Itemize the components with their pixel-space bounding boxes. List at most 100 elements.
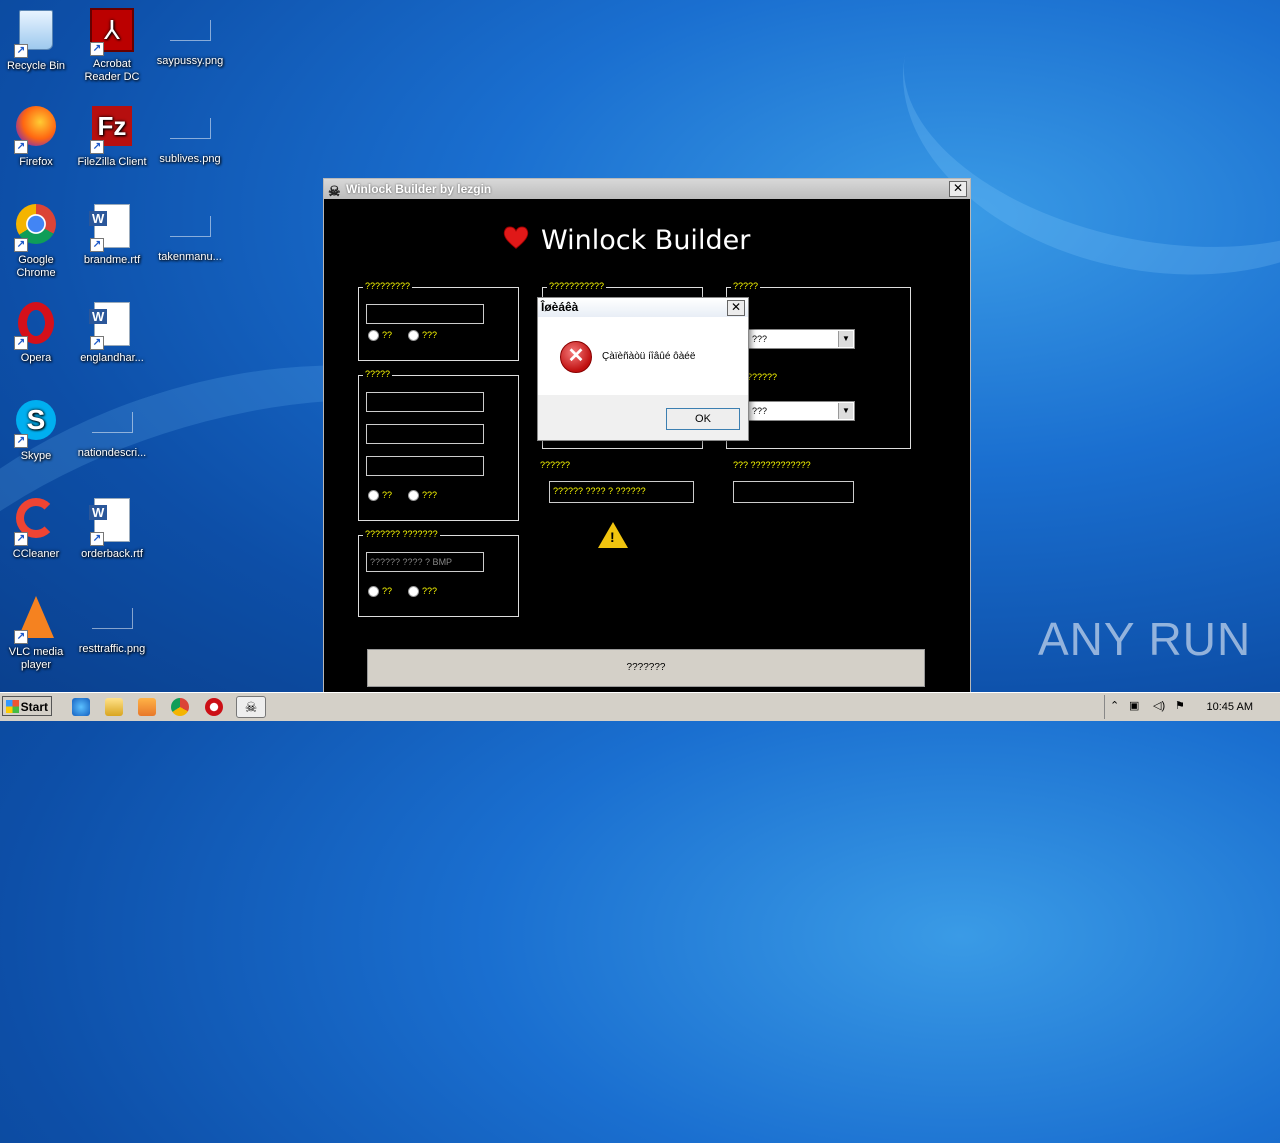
warning-icon: ! (598, 522, 628, 548)
chevron-down-icon[interactable]: ▼ (838, 403, 853, 419)
opera-icon[interactable] (205, 698, 223, 716)
start-label: Start (20, 700, 48, 714)
desktop-icon-skype[interactable]: S ↗ Skype (0, 398, 74, 463)
window-titlebar[interactable]: ☠ Winlock Builder by lezgin ✕ (324, 179, 970, 199)
field-a-label: ?????? (540, 460, 571, 470)
group-3-radio-a[interactable]: ?? (368, 586, 392, 598)
desktop-icon-vlc-media-player[interactable]: ↗ VLC media player (0, 594, 74, 672)
dialog-close-button[interactable]: ✕ (727, 300, 745, 316)
group-2: ????? ?? ??? (358, 369, 519, 521)
desktop-icon-nationdescri-[interactable]: nationdescri... (74, 398, 150, 460)
system-tray: ⌃ ▣ ◁) ⚑ 10:45 AM (1104, 695, 1280, 719)
combo-2-value: ??? (752, 406, 768, 416)
group-3-label: ??????? ??????? (363, 529, 440, 539)
heart-icon (503, 226, 529, 249)
group-1-radio-a[interactable]: ?? (368, 330, 392, 342)
desktop-icon-sublives-png[interactable]: sublives.png (152, 104, 228, 166)
app-icon: ↗ (12, 10, 60, 58)
desktop-icon-label: nationdescri... (77, 447, 147, 459)
document-icon: W ↗ (88, 498, 136, 546)
skull-icon: ☠ (328, 183, 341, 199)
windows-flag-icon (6, 700, 19, 713)
group-4-label: ??????????? (547, 281, 607, 291)
combo-2-label: ?????? (747, 372, 778, 382)
dialog-message: Çàïèñàòü íîâûé ôàéë (602, 351, 696, 362)
group-3-radio-b[interactable]: ??? (408, 586, 437, 598)
ok-button[interactable]: OK (666, 408, 740, 430)
field-b-input[interactable] (733, 481, 854, 503)
desktop-icon-label: saypussy.png (156, 55, 224, 67)
app-icon: S ↗ (12, 400, 60, 448)
desktop-icon-ccleaner[interactable]: ↗ CCleaner (0, 496, 74, 561)
file-icon (91, 608, 133, 629)
start-button[interactable]: Start (2, 696, 52, 716)
volume-icon[interactable]: ◁) (1153, 699, 1165, 712)
desktop-icon-label: Skype (20, 450, 52, 462)
group-2-input-1[interactable] (366, 392, 484, 412)
flag-icon[interactable]: ⚑ (1175, 699, 1185, 712)
desktop-icon-label: Acrobat Reader DC (84, 58, 140, 83)
group-3-input[interactable]: ?????? ???? ? BMP (366, 552, 484, 572)
error-dialog: Îøèáêà ✕ ✕ Çàïèñàòü íîâûé ôàéë OK (537, 297, 749, 441)
group-3: ??????? ??????? ?????? ???? ? BMP ?? ??? (358, 529, 519, 617)
group-2-input-3[interactable] (366, 456, 484, 476)
group-1-radio-b[interactable]: ??? (408, 330, 437, 342)
desktop-icon-opera[interactable]: ↗ Opera (0, 300, 74, 365)
desktop-icon-orderback-rtf[interactable]: W ↗ orderback.rtf (74, 496, 150, 561)
desktop-icon-filezilla-client[interactable]: Fz ↗ FileZilla Client (74, 104, 150, 169)
folder-icon[interactable] (105, 698, 123, 716)
desktop-icon-label: Recycle Bin (6, 60, 66, 72)
group-2-radio-a[interactable]: ?? (368, 490, 392, 502)
desktop-icon-takenmanu-[interactable]: takenmanu... (152, 202, 228, 264)
skull-icon[interactable]: ☠ (236, 696, 266, 718)
desktop-icon-saypussy-png[interactable]: saypussy.png (152, 6, 228, 68)
field-b-label: ??? ???????????? (733, 460, 811, 470)
clock[interactable]: 10:45 AM (1207, 701, 1253, 713)
desktop-icon-label: resttraffic.png (78, 643, 146, 655)
desktop-icon-label: Firefox (19, 156, 53, 168)
group-2-radio-b[interactable]: ??? (408, 490, 437, 502)
app-icon: ↗ (12, 498, 60, 546)
media-player-icon[interactable] (138, 698, 156, 716)
desktop-icon-label: Google Chrome (16, 254, 56, 279)
desktop-icon-recycle-bin[interactable]: ↗ Recycle Bin (0, 6, 74, 73)
desktop-icon-label: orderback.rtf (81, 548, 143, 560)
file-icon (169, 20, 211, 41)
close-button[interactable]: ✕ (949, 181, 967, 197)
group-1-label: ????????? (363, 281, 413, 291)
app-icon: ↗ (12, 596, 60, 644)
desktop-icon-firefox[interactable]: ↗ Firefox (0, 104, 74, 169)
chevron-up-icon[interactable]: ⌃ (1110, 699, 1119, 712)
desktop-icon-google-chrome[interactable]: ↗ Google Chrome (0, 202, 74, 280)
group-1: ????????? ?? ??? (358, 281, 519, 361)
combo-2[interactable]: ??? ▼ (731, 401, 855, 421)
ie-icon[interactable] (72, 698, 90, 716)
app-icon: ↗ (12, 106, 60, 154)
dialog-body: ✕ Çàïèñàòü íîâûé ôàéë (538, 317, 748, 395)
group-2-input-2[interactable] (366, 424, 484, 444)
combo-1[interactable]: ??? ▼ (731, 329, 855, 349)
app-icon: ↗ (12, 204, 60, 252)
desktop-icon-acrobat-reader-dc[interactable]: ⅄ ↗ Acrobat Reader DC (74, 6, 150, 84)
taskbar: Start ☠ ⌃ ▣ ◁) ⚑ 10:45 AM (0, 692, 1280, 721)
chevron-down-icon[interactable]: ▼ (838, 331, 853, 347)
desktop-icon-label: Opera (20, 352, 52, 364)
desktop-icon-brandme-rtf[interactable]: W ↗ brandme.rtf (74, 202, 150, 267)
document-icon: W ↗ (88, 302, 136, 350)
anyrun-watermark: ANY RUN (1038, 613, 1252, 665)
group-5: ????? ??? ▼ ?????? ??? ▼ (726, 281, 911, 449)
desktop-icon-resttraffic-png[interactable]: resttraffic.png (74, 594, 150, 656)
error-icon: ✕ (560, 341, 592, 373)
group-2-label: ????? (363, 369, 393, 379)
group-1-input[interactable] (366, 304, 484, 324)
dialog-titlebar[interactable]: Îøèáêà ✕ (538, 298, 748, 317)
desktop-icon-label: englandhar... (80, 352, 144, 364)
network-icon[interactable]: ▣ (1129, 699, 1139, 712)
build-button[interactable]: ??????? (367, 649, 925, 687)
file-icon (169, 118, 211, 139)
chrome-icon[interactable] (171, 698, 189, 716)
document-icon: W ↗ (88, 204, 136, 252)
field-a-input[interactable]: ?????? ???? ? ?????? (549, 481, 694, 503)
file-icon (91, 412, 133, 433)
desktop-icon-englandhar-[interactable]: W ↗ englandhar... (74, 300, 150, 365)
